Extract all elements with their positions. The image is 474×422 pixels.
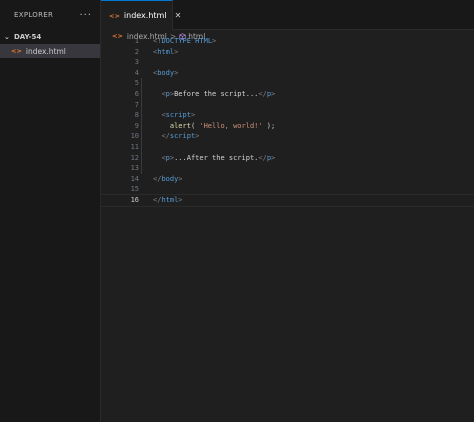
line-number: 11 [130, 142, 139, 151]
code-line[interactable]: 14 </body> [101, 174, 474, 185]
file-item-index-html[interactable]: <> index.html [0, 44, 100, 58]
code-token: ); [262, 121, 276, 130]
code-line[interactable]: 15 [101, 184, 474, 195]
editor-window: EXPLORER ··· ⌄ DAY-54 <> index.html <> i… [0, 0, 474, 422]
folder-name: DAY-54 [14, 33, 42, 41]
code-text: <script> [153, 110, 195, 121]
code-token: > [271, 89, 276, 98]
line-number: 4 [134, 68, 139, 77]
code-line[interactable]: 12 <p>...After the script.</p> [101, 153, 474, 164]
code-token: > [174, 47, 179, 56]
tab-bar: <> index.html ✕ [101, 0, 474, 30]
tab-label: index.html [123, 11, 167, 20]
more-actions-icon[interactable]: ··· [79, 10, 92, 21]
line-number: 1 [134, 37, 139, 45]
code-line[interactable]: 9 alert( 'Hello, world!' ); [101, 121, 474, 132]
code-token: > [178, 174, 183, 183]
code-token: body [157, 68, 175, 77]
code-token: </ [161, 132, 170, 141]
code-text: <p>Before the script...</p> [153, 89, 275, 100]
file-name: index.html [25, 46, 66, 56]
code-text: </html> [153, 195, 183, 206]
html-file-icon: <> [109, 11, 120, 20]
code-token: 'Hello, world!' [199, 121, 263, 130]
explorer-sidebar: EXPLORER ··· ⌄ DAY-54 <> index.html [0, 0, 101, 422]
indent-guide [141, 78, 142, 174]
code-line[interactable]: 4 <body> [101, 68, 474, 79]
code-token: > [174, 68, 179, 77]
line-number: 14 [130, 174, 139, 183]
code-token: </ [258, 153, 267, 162]
code-line[interactable]: 2 <html> [101, 47, 474, 58]
code-token: > [190, 111, 196, 120]
line-number: 10 [130, 132, 139, 141]
code-line[interactable]: 8 <script> [101, 110, 474, 121]
line-number: 13 [130, 164, 139, 173]
code-editor[interactable]: 1 <!DOCTYPE HTML> 2 <html> 3 4 <body> 5 6 <p>Bef… [100, 36, 474, 207]
code-token: > [212, 37, 217, 45]
code-text: </script> [153, 131, 199, 142]
code-text: <body> [153, 68, 178, 79]
line-number: 8 [134, 111, 139, 120]
explorer-header: EXPLORER ··· [0, 0, 100, 30]
code-token: html [157, 47, 175, 56]
chevron-down-icon: ⌄ [4, 33, 10, 41]
line-number: 5 [134, 79, 139, 88]
explorer-title: EXPLORER [14, 11, 54, 19]
line-number: 2 [134, 47, 139, 56]
tab-index-html[interactable]: <> index.html ✕ [101, 0, 181, 30]
code-token: alert [169, 121, 191, 130]
code-token: body [161, 174, 179, 183]
code-line[interactable]: 7 [101, 100, 474, 111]
code-token: DOCTYPE [161, 37, 191, 45]
code-token: ...After the script. [174, 153, 259, 162]
code-token: html [161, 195, 179, 204]
close-icon[interactable]: ✕ [175, 11, 182, 20]
line-number: 6 [134, 89, 139, 98]
code-line[interactable]: 3 [101, 57, 474, 68]
editor-pane: <> index.html ✕ <> index.html > html 1 <!… [100, 0, 474, 422]
code-token: HTML [195, 37, 213, 45]
line-number: 12 [130, 153, 139, 162]
code-text: <p>...After the script.</p> [153, 153, 275, 164]
line-number: 16 [130, 195, 139, 204]
code-token: </ [258, 89, 267, 98]
line-number: 15 [130, 185, 139, 194]
code-token: > [271, 153, 276, 162]
code-token: Before the script... [174, 89, 259, 98]
line-number: 9 [134, 121, 139, 130]
code-line[interactable]: 10 </script> [101, 131, 474, 142]
code-line[interactable]: 1 <!DOCTYPE HTML> [101, 36, 474, 47]
code-line[interactable]: 13 [101, 163, 474, 174]
code-token: script [169, 132, 196, 141]
code-line[interactable]: 6 <p>Before the script...</p> [101, 89, 474, 100]
code-text: <html> [153, 47, 178, 58]
html-file-icon: <> [11, 47, 22, 55]
code-token: script [165, 111, 191, 120]
code-line[interactable]: 11 [101, 142, 474, 153]
code-token: > [178, 195, 183, 204]
code-text: <!DOCTYPE HTML> [153, 36, 216, 47]
line-number: 3 [134, 58, 139, 67]
code-line[interactable]: 5 [101, 78, 474, 89]
line-number: 7 [134, 100, 139, 109]
code-token: > [195, 132, 200, 141]
code-text: </body> [153, 174, 183, 185]
code-line[interactable]: 16 </html> [100, 193, 474, 207]
code-text: alert( 'Hello, world!' ); [153, 121, 275, 132]
folder-row[interactable]: ⌄ DAY-54 [0, 30, 100, 44]
